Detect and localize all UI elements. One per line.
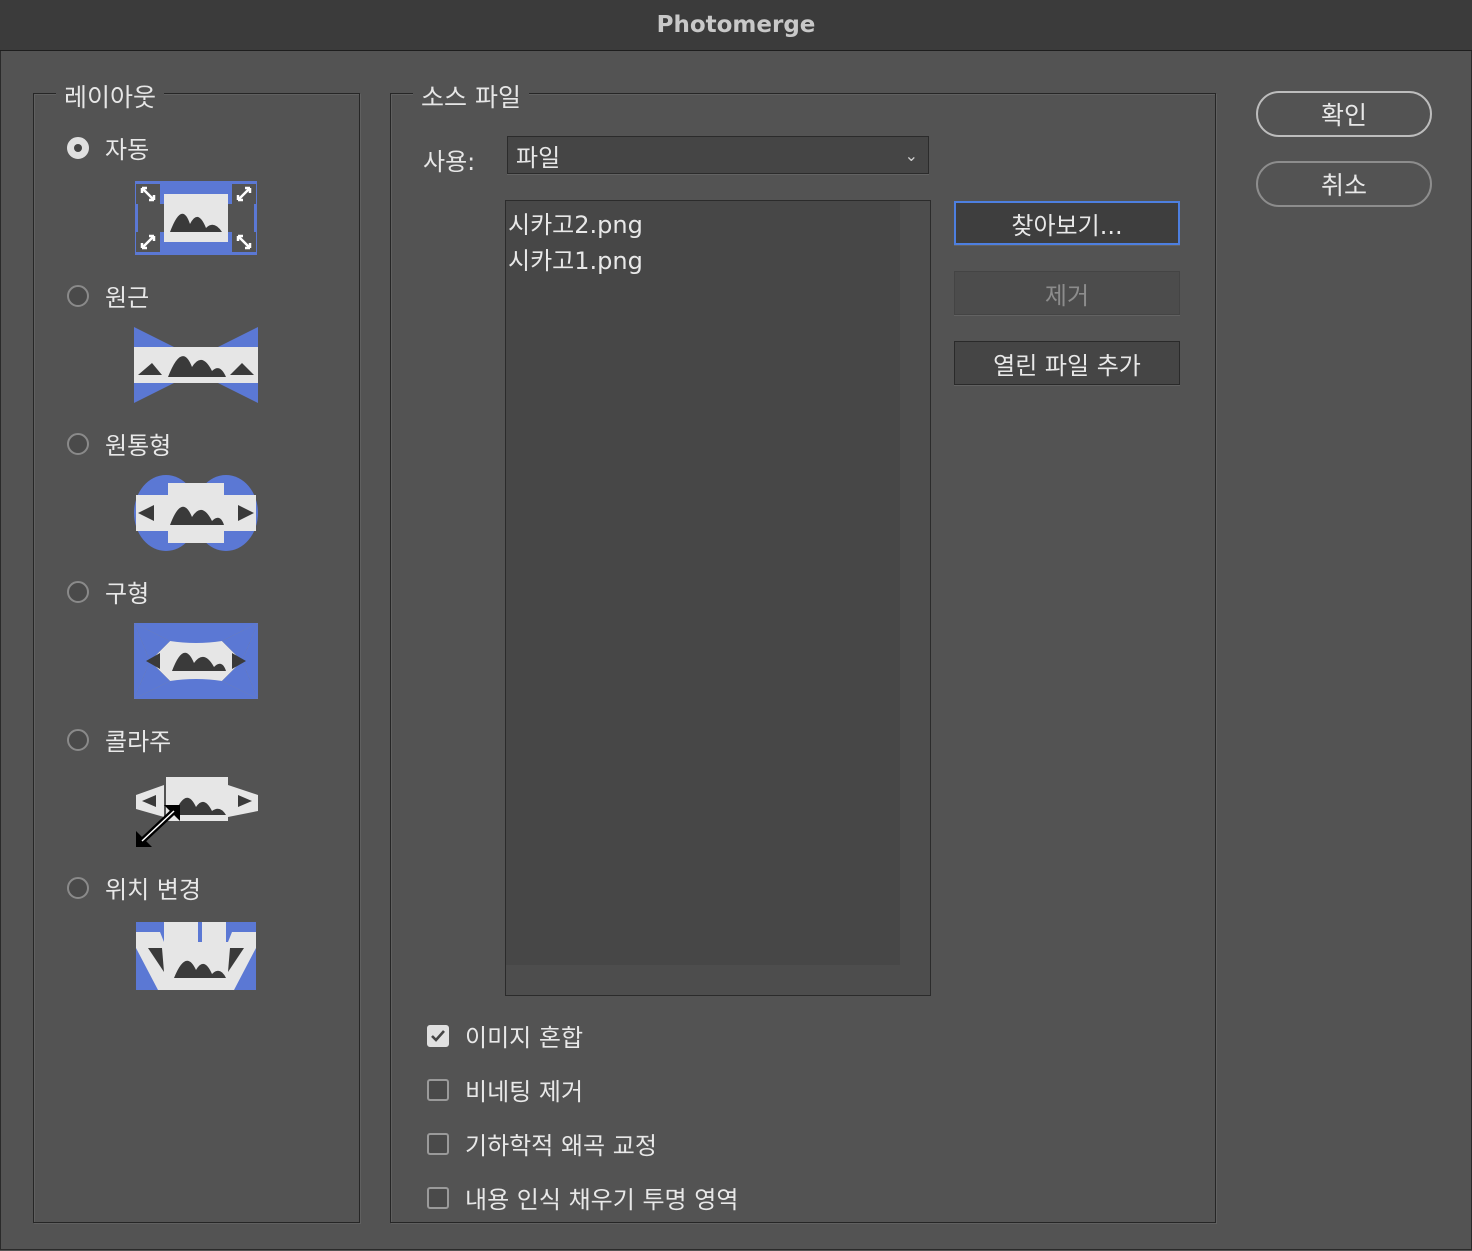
radio-reposition[interactable]: 위치 변경 [67,870,201,905]
checkbox[interactable] [427,1186,449,1209]
chevron-down-icon: ⌄ [904,146,918,165]
radio-button[interactable] [67,728,89,751]
checkbox-vignette-removal[interactable]: 비네팅 제거 [427,1072,583,1107]
spherical-layout-icon [134,623,258,699]
checkbox[interactable] [427,1132,449,1155]
ok-button[interactable]: 확인 [1256,91,1432,137]
cylindrical-layout-icon [134,475,258,551]
checkmark-icon [431,1029,445,1042]
layout-group-title: 레이아웃 [56,78,165,114]
check-label-geometric-distortion: 기하학적 왜곡 교정 [465,1132,657,1160]
radio-button[interactable] [67,876,89,899]
add-open-files-button[interactable]: 열린 파일 추가 [954,341,1180,385]
radio-cylindrical[interactable]: 원통형 [67,426,171,461]
radio-label-collage: 콜라주 [105,728,172,756]
title-bar: Photomerge [0,0,1472,51]
source-files-group: 소스 파일 사용: 파일 ⌄ 시카고2.png 시카고1.png 찾아보기...… [390,78,1216,1223]
check-label-content-aware-fill: 내용 인식 채우기 투명 영역 [465,1186,739,1214]
use-select[interactable]: 파일 ⌄ [507,136,929,174]
radio-label-spherical: 구형 [105,580,150,608]
browse-button[interactable]: 찾아보기... [954,201,1180,245]
radio-auto[interactable]: 자동 [67,130,149,165]
use-select-value: 파일 [516,143,561,172]
check-label-blend-images: 이미지 혼합 [465,1024,584,1052]
remove-button[interactable]: 제거 [954,271,1180,315]
list-item[interactable]: 시카고1.png [508,241,643,276]
layout-group: 레이아웃 자동 원근 원통형 구형 콜라주 위치 변경 [33,78,360,1223]
cancel-button[interactable]: 취소 [1256,161,1432,207]
radio-label-auto: 자동 [105,136,150,164]
vertical-scrollbar[interactable] [900,201,930,995]
source-files-title: 소스 파일 [413,78,529,114]
radio-button[interactable] [67,432,89,455]
reposition-layout-icon [136,922,256,990]
radio-label-perspective: 원근 [105,284,150,312]
radio-label-cylindrical: 원통형 [105,432,172,460]
use-label: 사용: [423,148,476,176]
checkbox-blend-images[interactable]: 이미지 혼합 [427,1018,583,1053]
radio-button[interactable] [67,580,89,603]
list-item[interactable]: 시카고2.png [508,205,643,240]
horizontal-scrollbar[interactable] [506,965,930,995]
perspective-layout-icon [134,327,258,403]
collage-layout-icon [136,777,258,847]
radio-collage[interactable]: 콜라주 [67,722,171,757]
radio-label-reposition: 위치 변경 [105,876,201,904]
check-label-vignette-removal: 비네팅 제거 [465,1078,584,1106]
radio-button[interactable] [67,284,89,307]
checkbox-geometric-distortion[interactable]: 기하학적 왜곡 교정 [427,1126,657,1161]
checkbox[interactable] [427,1024,449,1047]
window-title: Photomerge [656,12,816,38]
radio-perspective[interactable]: 원근 [67,278,149,313]
auto-layout-icon [135,181,257,255]
checkbox-content-aware-fill[interactable]: 내용 인식 채우기 투명 영역 [427,1180,738,1215]
file-list[interactable]: 시카고2.png 시카고1.png [505,200,931,996]
radio-spherical[interactable]: 구형 [67,574,149,609]
radio-button[interactable] [67,136,89,159]
checkbox[interactable] [427,1078,449,1101]
